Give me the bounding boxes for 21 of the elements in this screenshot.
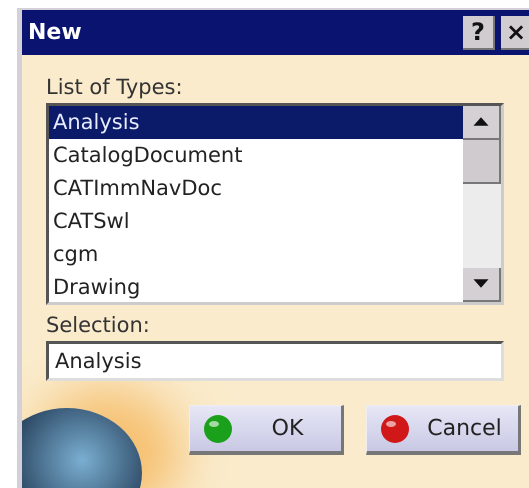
selection-label: Selection: [46, 313, 151, 337]
list-item[interactable]: CatalogDocument [49, 139, 463, 172]
types-listbox[interactable]: Analysis CatalogDocument CATImmNavDoc CATSwl cgm Drawing [46, 103, 504, 305]
list-item[interactable]: cgm [49, 238, 463, 271]
scroll-up-icon[interactable] [463, 106, 501, 140]
help-button[interactable]: ? [463, 16, 495, 50]
close-button[interactable]: × [501, 16, 529, 50]
list-item[interactable]: CATSwl [49, 205, 463, 238]
list-item[interactable]: Analysis [49, 106, 463, 139]
cancel-button[interactable]: Cancel [366, 405, 521, 455]
list-item[interactable]: CATImmNavDoc [49, 172, 463, 205]
selection-field[interactable]: Analysis [46, 341, 504, 381]
scroll-down-icon[interactable] [463, 268, 501, 302]
list-item[interactable]: Drawing [49, 271, 463, 304]
scroll-thumb[interactable] [463, 140, 501, 184]
stop-dot-icon [379, 412, 411, 444]
status-dot-icon [202, 412, 234, 444]
ok-button[interactable]: OK [189, 405, 344, 455]
scroll-bar[interactable] [463, 106, 501, 302]
list-label: List of Types: [46, 75, 184, 99]
window-title: New [28, 20, 83, 45]
